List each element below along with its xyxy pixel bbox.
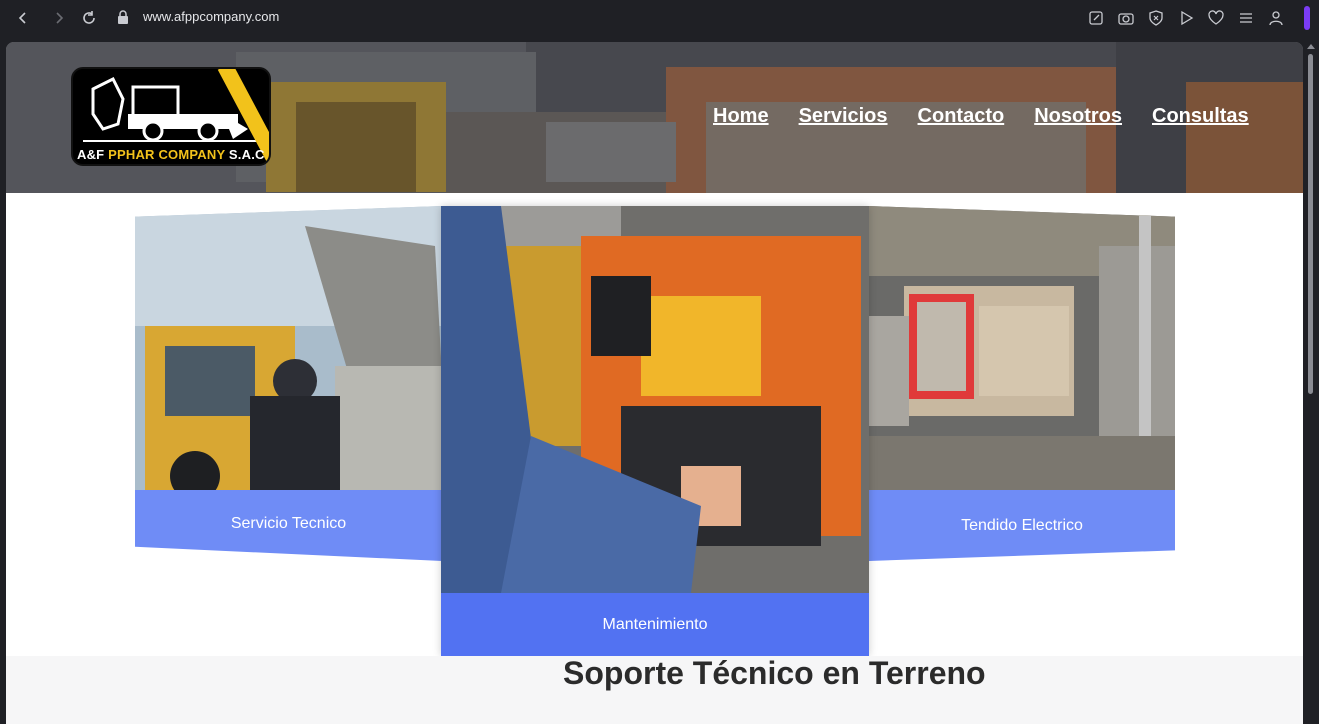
forward-icon[interactable] [49, 8, 69, 28]
generator-photo [869, 206, 1175, 490]
nav-home[interactable]: Home [713, 105, 769, 128]
back-icon[interactable] [13, 8, 33, 28]
nav-nosotros[interactable]: Nosotros [1034, 105, 1122, 128]
address-bar[interactable]: www.afppcompany.com [143, 9, 279, 24]
service-card-mantenimiento[interactable]: Mantenimiento [441, 206, 869, 656]
sidebar-tab-indicator[interactable] [1304, 6, 1310, 30]
scroll-thumb[interactable] [1308, 54, 1313, 394]
card-label-servicio-tecnico: Servicio Tecnico [135, 490, 442, 561]
service-card-tendido-electrico[interactable]: Tendido Electrico [869, 206, 1175, 561]
play-icon[interactable] [1177, 9, 1195, 27]
scroll-up-icon[interactable] [1307, 44, 1315, 49]
edit-icon[interactable] [1087, 9, 1105, 27]
card-label-mantenimiento: Mantenimiento [441, 593, 869, 656]
maintenance-photo [441, 206, 869, 593]
card-label-tendido-electrico: Tendido Electrico [869, 490, 1175, 561]
heart-icon[interactable] [1207, 9, 1225, 27]
browser-toolbar: www.afppcompany.com [0, 0, 1319, 36]
shield-icon[interactable] [1147, 9, 1165, 27]
page-viewport: A&F PPHAR COMPANY S.A.C Home Servicios C… [6, 42, 1303, 724]
page-scrollbar[interactable] [1305, 42, 1319, 724]
profile-icon[interactable] [1267, 9, 1285, 27]
menu-icon[interactable] [1237, 9, 1255, 27]
company-logo[interactable]: A&F PPHAR COMPANY S.A.C [71, 67, 271, 166]
service-card-servicio-tecnico[interactable]: Servicio Tecnico [135, 206, 442, 561]
nav-servicios[interactable]: Servicios [799, 105, 888, 128]
nav-contacto[interactable]: Contacto [918, 105, 1005, 128]
reload-icon[interactable] [79, 8, 99, 28]
nav-consultas[interactable]: Consultas [1152, 105, 1249, 128]
hero-header: A&F PPHAR COMPANY S.A.C Home Servicios C… [6, 42, 1303, 193]
lock-icon [117, 10, 129, 24]
main-navigation: Home Servicios Contacto Nosotros Consult… [713, 105, 1249, 128]
welding-photo [135, 206, 442, 490]
camera-icon[interactable] [1117, 9, 1135, 27]
section-title: Soporte Técnico en Terreno [563, 655, 986, 691]
logo-text: A&F PPHAR COMPANY S.A.C [77, 147, 265, 162]
